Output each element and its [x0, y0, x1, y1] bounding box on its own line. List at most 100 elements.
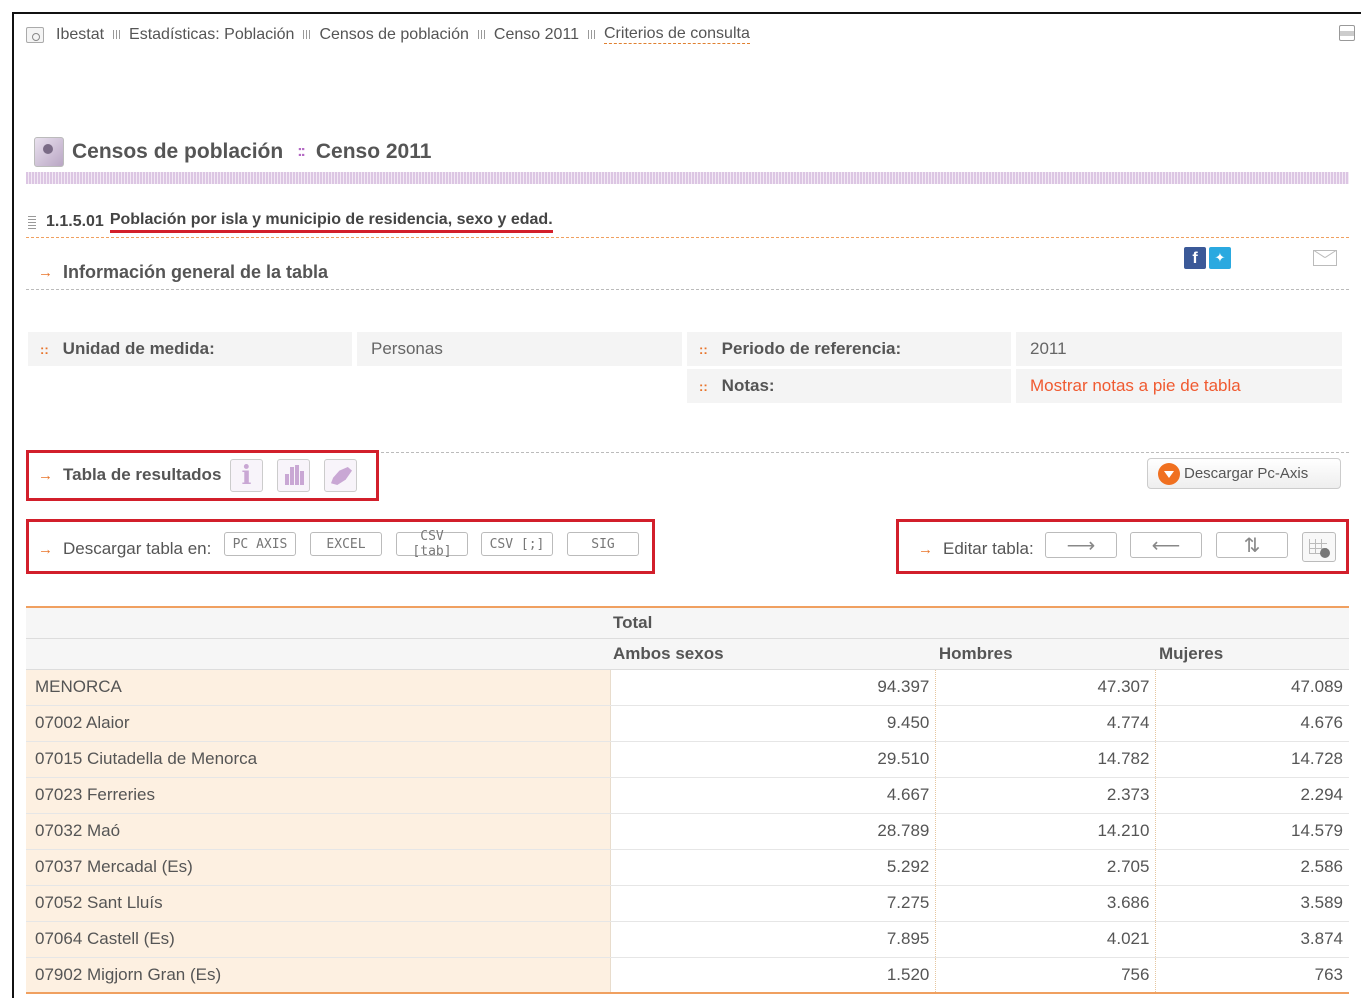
twitter-icon[interactable]: ✦	[1209, 247, 1231, 269]
table-code: 1.1.5.01	[46, 213, 104, 230]
mail-icon[interactable]	[1313, 250, 1337, 266]
arrow-right-icon: →	[918, 540, 933, 558]
cell-value: 756	[935, 957, 1157, 994]
table-row: 07015 Ciutadella de Menorca 29.510 14.78…	[26, 741, 1349, 778]
section-subtitle: Censo 2011	[315, 140, 432, 163]
download-pcaxis-label: Descargar Pc-Axis	[1184, 465, 1309, 482]
cell-value: 14.782	[935, 741, 1157, 778]
info-icon[interactable]	[230, 459, 263, 492]
row-label: 07023 Ferreries	[26, 777, 611, 814]
section-separator: ::	[297, 143, 306, 160]
unit-label: Unidad de medida:	[62, 339, 215, 358]
table-row: 07002 Alaior 9.450 4.774 4.676	[26, 705, 1349, 742]
cell-value: 3.686	[935, 885, 1157, 922]
results-heading: Tabla de resultados	[63, 465, 222, 484]
period-label: Periodo de referencia:	[721, 339, 902, 358]
move-left-button[interactable]: ⟵	[1130, 532, 1202, 558]
bullet-icon: ::	[699, 342, 708, 357]
cell-value: 763	[1155, 957, 1349, 994]
unit-value: Personas	[371, 339, 443, 358]
column-header: Mujeres	[1155, 638, 1349, 670]
cell-value: 3.589	[1155, 885, 1349, 922]
map-icon[interactable]	[324, 459, 357, 492]
cell-value: 3.874	[1155, 921, 1349, 958]
divider	[26, 289, 1349, 290]
notes-value-cell: Mostrar notas a pie de tabla	[1016, 369, 1342, 403]
info-general-heading: Información general de la tabla	[63, 262, 329, 282]
breadcrumb-separator-icon	[113, 30, 121, 39]
download-csv-semicolon-button[interactable]: CSV [;]	[481, 532, 553, 556]
cell-value: 4.676	[1155, 705, 1349, 742]
download-pcaxis-format-button[interactable]: PC AXIS	[224, 532, 296, 556]
breadcrumb-ibestat[interactable]: Ibestat	[56, 26, 104, 44]
cell-value: 7.895	[610, 921, 937, 958]
period-value: 2011	[1030, 339, 1067, 358]
edit-label-group: → Editar tabla:	[918, 539, 1034, 559]
column-header: Ambos sexos	[610, 638, 936, 670]
row-label: 07002 Alaior	[26, 705, 611, 742]
download-label: Descargar tabla en:	[63, 539, 212, 558]
unit-label-cell: :: Unidad de medida:	[28, 332, 352, 366]
row-label: 07064 Castell (Es)	[26, 921, 611, 958]
table-settings-icon[interactable]	[1302, 532, 1336, 562]
cell-value: 14.728	[1155, 741, 1349, 778]
download-csv-tab-button[interactable]: CSV [tab]	[396, 529, 468, 559]
arrow-right-icon: →	[38, 466, 53, 484]
social-share: f ✦	[1184, 247, 1231, 269]
breadcrumb-separator-icon	[303, 30, 311, 39]
cell-value: 7.275	[610, 885, 937, 922]
cell-value: 5.292	[610, 849, 937, 886]
row-label: 07037 Mercadal (Es)	[26, 849, 611, 886]
row-label: 07015 Ciutadella de Menorca	[26, 741, 611, 778]
breadcrumb-censos[interactable]: Censos de población	[319, 26, 468, 44]
move-right-button[interactable]: ⟶	[1045, 532, 1117, 558]
swap-axes-button[interactable]: ⇅	[1216, 532, 1288, 558]
row-label: 07902 Migjorn Gran (Es)	[26, 957, 611, 994]
cell-value: 2.586	[1155, 849, 1349, 886]
cell-value: 2.294	[1155, 777, 1349, 814]
cell-value: 4.774	[935, 705, 1157, 742]
arrow-right-icon: →	[38, 264, 53, 281]
cell-value: 28.789	[610, 813, 937, 850]
row-label: 07032 Maó	[26, 813, 611, 850]
cell-value: 2.705	[935, 849, 1157, 886]
table-name: Población por isla y municipio de reside…	[109, 211, 553, 233]
table-title: 1.1.5.01 Población por isla y municipio …	[28, 211, 553, 233]
cell-value: 2.373	[935, 777, 1157, 814]
table-row: 07037 Mercadal (Es) 5.292 2.705 2.586	[26, 849, 1349, 886]
notes-link[interactable]: Mostrar notas a pie de tabla	[1016, 376, 1241, 396]
download-excel-button[interactable]: EXCEL	[310, 532, 382, 556]
breadcrumb-criterios[interactable]: Criterios de consulta	[604, 25, 750, 44]
column-header: Hombres	[935, 638, 1156, 670]
bullet-icon: ::	[699, 379, 708, 394]
breadcrumb: Ibestat Estadísticas: Población Censos d…	[26, 25, 750, 44]
print-icon[interactable]	[1339, 25, 1355, 41]
row-label: MENORCA	[26, 669, 611, 706]
info-general-toggle[interactable]: → Información general de la tabla	[38, 262, 328, 283]
group-header: Total	[610, 607, 1349, 639]
download-label-group: → Descargar tabla en:	[38, 539, 211, 559]
unit-value-cell: Personas	[357, 332, 682, 366]
period-label-cell: :: Periodo de referencia:	[687, 332, 1011, 366]
section-divider	[26, 172, 1349, 184]
download-sig-button[interactable]: SIG	[567, 532, 639, 556]
notes-label: Notas:	[721, 376, 775, 395]
bullet-icon: ::	[40, 342, 49, 357]
notes-label-cell: :: Notas:	[687, 369, 1011, 403]
results-toggle[interactable]: → Tabla de resultados	[38, 465, 221, 485]
download-pcaxis-button[interactable]: Descargar Pc-Axis	[1147, 458, 1341, 489]
breadcrumb-censo-2011[interactable]: Censo 2011	[494, 26, 579, 44]
download-icon	[1158, 462, 1180, 485]
cell-value: 29.510	[610, 741, 937, 778]
breadcrumb-estadisticas[interactable]: Estadísticas: Población	[129, 26, 294, 44]
table-row: 07902 Migjorn Gran (Es) 1.520 756 763	[26, 957, 1349, 994]
cell-value: 94.397	[610, 669, 937, 706]
page-title: Censos de población :: Censo 2011	[34, 137, 431, 167]
table-row: 07023 Ferreries 4.667 2.373 2.294	[26, 777, 1349, 814]
home-icon[interactable]	[26, 26, 44, 43]
period-value-cell: 2011	[1016, 332, 1342, 366]
bar-chart-icon[interactable]	[277, 459, 310, 492]
cell-value: 14.579	[1155, 813, 1349, 850]
cell-value: 4.667	[610, 777, 937, 814]
facebook-icon[interactable]: f	[1184, 247, 1206, 269]
